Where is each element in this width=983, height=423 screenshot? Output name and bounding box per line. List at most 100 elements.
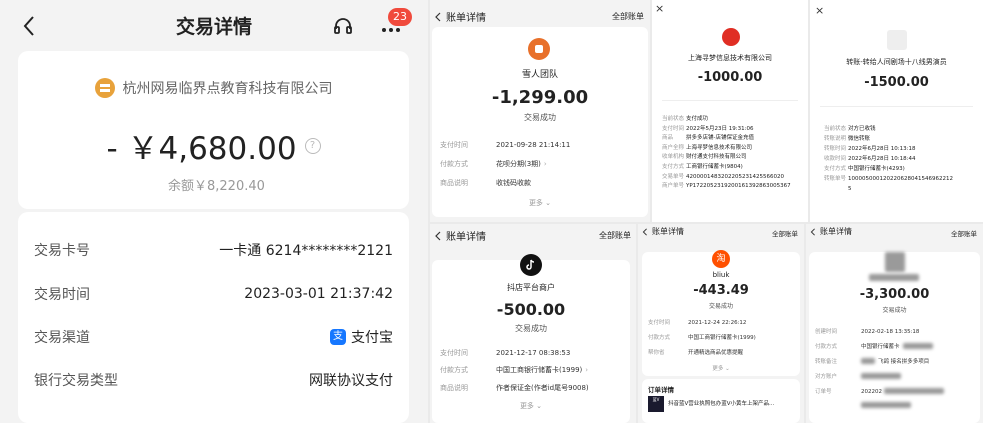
detail-row[interactable]: 付款方式 中国工商银行储蓄卡(1999) bbox=[648, 334, 756, 342]
merchant-avatar bbox=[528, 38, 550, 60]
bill-card: -3,300.00 交易成功 创建时间 2022-02-18 13:35:18 付… bbox=[809, 252, 980, 423]
alipay-icon: 支 bbox=[330, 329, 346, 345]
chevron-down-icon: ⌄ bbox=[536, 402, 543, 410]
order-thumbnail: 蓝V bbox=[648, 396, 664, 412]
bill-status: 交易成功 bbox=[515, 324, 547, 333]
detail-row: 对方账户 bbox=[815, 373, 901, 381]
detail-row: 商户全称 上海寻梦信息技术有限公司 bbox=[662, 144, 753, 151]
screenshot-pdd: × 上海寻梦信息技术有限公司 -1000.00 当前状态 支付成功 支付时间 202… bbox=[652, 0, 808, 222]
blurred-order-line bbox=[861, 402, 911, 408]
detail-row-channel: 交易渠道 支 支付宝 bbox=[34, 329, 393, 346]
detail-row[interactable]: 付款方式 中国工商银行储蓄卡(1999) › bbox=[440, 366, 588, 375]
more-toggle[interactable]: 更多 ⌄ bbox=[432, 198, 648, 208]
order-card: 订单详情 蓝V 抖音蓝V营业执照包办蓝V小黄车上架产品... bbox=[642, 379, 800, 423]
bill-amount: -1500.00 bbox=[864, 75, 929, 90]
more-toggle[interactable]: 更多 ⌄ bbox=[642, 364, 800, 372]
transfer-name: 转账-转给人间剧场十八线男演员 bbox=[846, 58, 947, 66]
screenshot-wechat-transfer: × 转账-转给人间剧场十八线男演员 -1500.00 当前状态 对方已收钱 转账说… bbox=[810, 0, 983, 222]
chevron-down-icon: ⌄ bbox=[545, 199, 552, 207]
detail-row: 支付方式 中国银行储蓄卡(4293) bbox=[824, 166, 905, 172]
merchant-name: 上海寻梦信息技术有限公司 bbox=[688, 54, 772, 62]
screenshot-snowman: 账单详情 全部账单 雪人团队 -1,299.00 交易成功 支付时间 2021-0… bbox=[430, 0, 650, 222]
main-panel: 交易详情 23 杭州网易临界点教育科技有限公司 - ￥4,680.00 ? 余额… bbox=[0, 0, 428, 423]
close-icon[interactable]: × bbox=[815, 4, 824, 17]
bill-status: 交易成功 bbox=[882, 307, 907, 314]
chevron-left-icon bbox=[810, 227, 815, 236]
all-bills-link[interactable]: 全部账单 bbox=[951, 228, 977, 238]
all-bills-link[interactable]: 全部账单 bbox=[612, 11, 644, 22]
bill-card: 雪人团队 -1,299.00 交易成功 支付时间 2021-09-28 21:14… bbox=[432, 27, 648, 217]
merchant-name: bliuk bbox=[712, 271, 730, 279]
detail-row: 收款时间 2022年6月28日 10:18:44 bbox=[824, 156, 916, 162]
merchant-name: 杭州网易临界点教育科技有限公司 bbox=[122, 81, 333, 97]
detail-row[interactable]: 帮你省 开通精选商品优惠提醒 bbox=[648, 349, 743, 357]
detail-row: 支付时间 2021-12-24 22:26:12 bbox=[648, 320, 747, 326]
detail-row: 转账说明 微信转账 bbox=[824, 136, 871, 142]
detail-row: 交易单号 4200001483202205231425566020 bbox=[662, 173, 784, 180]
bill-amount: -500.00 bbox=[496, 300, 566, 319]
merchant-name: 雪人团队 bbox=[521, 70, 558, 80]
detail-row: 订单号 202202 bbox=[815, 388, 944, 396]
detail-row: 商品 拼多多店铺-店铺保证金充值 bbox=[662, 135, 754, 142]
detail-row: 转账单号 1000050001202206280415469622125 bbox=[824, 176, 953, 192]
back-button[interactable]: 账单详情 bbox=[641, 226, 684, 237]
blurred-avatar bbox=[885, 252, 905, 272]
details-card: 交易卡号 一卡通 6214********2121 交易时间 2023-03-0… bbox=[18, 212, 409, 423]
detail-row: 创建时间 2022-02-18 13:35:18 bbox=[815, 329, 920, 335]
detail-row: 转账备注 飞鸽 接名拼多多项目 bbox=[815, 358, 930, 365]
tiktok-icon bbox=[520, 254, 542, 276]
bill-card: 抖店平台商户 -500.00 交易成功 支付时间 2021-12-17 08:38… bbox=[432, 254, 630, 423]
detail-row: 收单机构 财付通支付科技有限公司 bbox=[662, 154, 747, 161]
chevron-left-icon bbox=[642, 227, 647, 236]
chevron-right-icon: › bbox=[543, 160, 547, 168]
detail-row: 支付时间 2021-12-17 08:38:53 bbox=[440, 349, 571, 357]
detail-row: 当前状态 对方已收钱 bbox=[824, 126, 876, 132]
chevron-right-icon: › bbox=[585, 366, 589, 374]
screenshot-douyin-store: 账单详情 全部账单 抖店平台商户 -500.00 交易成功 支付时间 2021-1… bbox=[430, 224, 636, 423]
screenshot-transfer-3300: 账单详情 全部账单 -3,300.00 交易成功 创建时间 2022-02-18 … bbox=[806, 224, 983, 423]
bill-amount: -1000.00 bbox=[697, 70, 763, 85]
support-button[interactable] bbox=[331, 15, 355, 39]
detail-row-card: 交易卡号 一卡通 6214********2121 bbox=[34, 243, 393, 259]
notification-badge: 23 bbox=[388, 8, 412, 26]
detail-row: 支付方式 工商银行储蓄卡(9804) bbox=[662, 163, 743, 170]
bill-status: 交易成功 bbox=[524, 113, 556, 122]
detail-row: 商户单号 YP17220523192001613928630053​67 bbox=[662, 183, 791, 190]
all-bills-link[interactable]: 全部账单 bbox=[599, 230, 631, 241]
detail-row: 转账时间 2022年6月28日 10:13:18 bbox=[824, 146, 916, 152]
avatar bbox=[887, 30, 907, 50]
transaction-amount: - ￥4,680.00 bbox=[106, 131, 297, 167]
blurred-name bbox=[869, 274, 919, 281]
bill-status: 交易成功 bbox=[708, 303, 733, 310]
detail-row: 当前状态 支付成功 bbox=[662, 116, 709, 122]
detail-row: 支付时间 2022年5月23日 19:31:06 bbox=[662, 125, 754, 132]
bill-card: 淘 bliuk -443.49 交易成功 支付时间 2021-12-24 22:2… bbox=[642, 250, 800, 376]
detail-row-time: 交易时间 2023-03-01 21:37:42 bbox=[34, 286, 393, 303]
page-title: 交易详情 bbox=[175, 16, 252, 38]
detail-row: 支付时间 2021-09-28 21:14:11 bbox=[440, 141, 571, 149]
bill-amount: -1,299.00 bbox=[491, 87, 589, 108]
more-toggle[interactable]: 更多 ⌄ bbox=[432, 401, 630, 411]
help-icon[interactable]: ? bbox=[304, 137, 321, 154]
merchant-name: 抖店平台商户 bbox=[507, 283, 555, 292]
merchant-icon bbox=[94, 78, 115, 98]
back-button[interactable]: 账单详情 bbox=[433, 9, 486, 24]
balance-text: 余额￥8,220.40 bbox=[168, 179, 265, 194]
summary-card: 杭州网易临界点教育科技有限公司 - ￥4,680.00 ? 余额￥8,220.4… bbox=[18, 51, 409, 209]
order-item[interactable]: 抖音蓝V营业执照包办蓝V小黄车上架产品... bbox=[668, 399, 796, 407]
detail-row: 商品说明 作者保证金(作者id尾号9008) bbox=[440, 384, 589, 392]
order-title: 订单详情 bbox=[648, 386, 674, 394]
headset-icon bbox=[334, 18, 352, 34]
bill-amount: -3,300.00 bbox=[859, 287, 930, 302]
all-bills-link[interactable]: 全部账单 bbox=[772, 228, 798, 238]
detail-row[interactable]: 付款方式 花呗分期(3期) › bbox=[440, 160, 547, 169]
screenshot-taobao: 账单详情 全部账单 淘 bliuk -443.49 交易成功 支付时间 2021-… bbox=[638, 224, 804, 423]
back-button[interactable]: 账单详情 bbox=[433, 228, 486, 243]
detail-row-type: 银行交易类型 网联协议支付 bbox=[34, 373, 393, 389]
taobao-icon: 淘 bbox=[712, 250, 730, 268]
detail-row: 商品说明 收钱码收款 bbox=[440, 179, 531, 187]
back-button[interactable]: 账单详情 bbox=[809, 226, 852, 237]
chevron-left-icon bbox=[435, 231, 441, 240]
merchant-logo bbox=[722, 28, 740, 46]
close-icon[interactable]: × bbox=[655, 2, 664, 15]
